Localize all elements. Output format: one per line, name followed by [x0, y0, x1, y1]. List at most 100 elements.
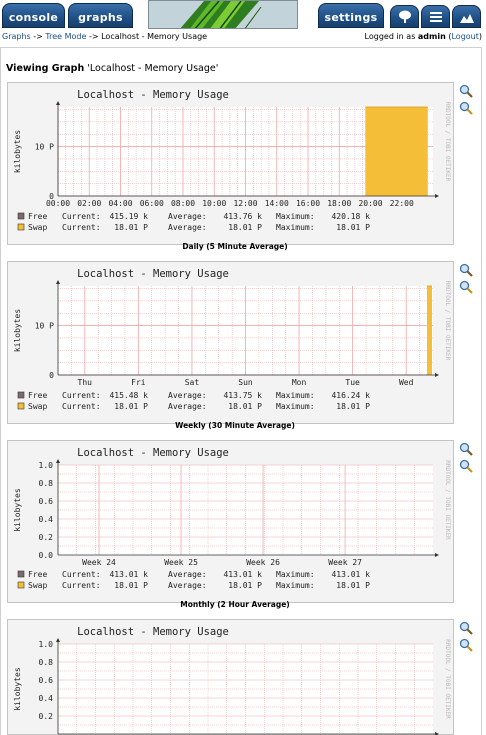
legend-current-label: Current: — [62, 212, 101, 221]
y-tick-label: 0.8 — [39, 658, 54, 667]
graph-settings-button[interactable] — [459, 459, 473, 473]
legend-maximum-value: 413.01 k — [331, 570, 370, 579]
legend-series-name: Free — [28, 570, 47, 579]
magnifier-icon — [459, 263, 473, 277]
x-tick-label: Week 25 — [164, 558, 198, 567]
legend-series-name: Swap — [28, 402, 47, 411]
x-tick-label: Fri — [131, 378, 146, 387]
magnifier-icon — [459, 84, 473, 98]
legend-maximum-label: Maximum: — [276, 212, 315, 221]
graph-image-4[interactable]: Localhost - Memory Usage kilobytes RRDTOOL… — [7, 619, 454, 735]
login-paren-close: ) — [478, 32, 482, 41]
login-prefix: Logged in as — [364, 32, 418, 41]
preview-view-icon — [459, 13, 474, 23]
magnifier-edit-icon — [459, 101, 473, 115]
breadcrumb-tree-mode-link[interactable]: Tree Mode — [45, 32, 86, 41]
zoom-graph-button[interactable] — [459, 84, 473, 98]
login-status: Logged in as admin (Logout) — [365, 32, 482, 41]
y-tick-label: 0.4 — [39, 694, 54, 703]
legend-average-value: 18.01 P — [228, 581, 262, 590]
x-tick-label: 02:00 — [77, 199, 101, 208]
preview-view-button[interactable] — [452, 5, 481, 28]
page-title-prefix: Viewing Graph — [6, 63, 85, 74]
x-tick-label: 08:00 — [171, 199, 195, 208]
y-axis-arrow — [56, 638, 60, 642]
legend-swatch — [17, 212, 25, 220]
tree-view-button[interactable] — [390, 5, 419, 28]
legend-swatch — [17, 570, 25, 578]
swap-area — [427, 286, 432, 375]
x-tick-label: 22:00 — [390, 199, 414, 208]
y-tick-label: 1.0 — [39, 461, 54, 470]
page-title: Viewing Graph 'Localhost - Memory Usage' — [6, 63, 218, 74]
graph-image-3[interactable]: Localhost - Memory Usage kilobytes RRDTOOL… — [7, 440, 454, 603]
magnifier-edit-icon — [459, 459, 473, 473]
legend-average-label: Average: — [168, 570, 207, 579]
banner-leaf-image — [149, 1, 297, 28]
y-tick-label: 0 — [49, 192, 54, 201]
y-axis-label: kilobytes — [13, 488, 22, 532]
breadcrumb-separator: -> — [86, 32, 102, 41]
graph-settings-button[interactable] — [459, 638, 473, 652]
zoom-graph-button[interactable] — [459, 263, 473, 277]
breadcrumb-graphs-link[interactable]: Graphs — [2, 32, 31, 41]
legend-swatch — [17, 223, 25, 231]
x-axis-arrow — [435, 553, 439, 557]
chart-title: Localhost - Memory Usage — [77, 89, 229, 101]
y-tick-label: 1.0 — [39, 640, 54, 649]
y-axis-arrow — [56, 101, 60, 105]
legend-average-label: Average: — [168, 223, 207, 232]
magnifier-edit-icon — [459, 638, 473, 652]
legend-maximum-label: Maximum: — [276, 402, 315, 411]
y-tick-label: 0.2 — [39, 533, 54, 542]
x-tick-label: Sun — [238, 378, 253, 387]
x-tick-label: Tue — [345, 378, 360, 387]
y-tick-label: 0.2 — [39, 712, 54, 721]
rrdtool-watermark: RRDTOOL / TOBI OETIKER — [444, 460, 451, 540]
legend-maximum-label: Maximum: — [276, 391, 315, 400]
legend-series-name: Swap — [28, 223, 47, 232]
legend-average-value: 18.01 P — [228, 402, 262, 411]
tab-console[interactable]: console — [2, 3, 65, 28]
zoom-graph-button[interactable] — [459, 621, 473, 635]
graph-settings-button[interactable] — [459, 280, 473, 294]
y-tick-label: 0.0 — [39, 551, 54, 560]
chart-title: Localhost - Memory Usage — [77, 447, 229, 459]
login-username: admin — [417, 32, 446, 41]
x-tick-label: 04:00 — [108, 199, 132, 208]
tab-graphs[interactable]: graphs — [68, 3, 133, 28]
graph-image-2[interactable]: Localhost - Memory Usage kilobytes RRDTOOL… — [7, 261, 454, 424]
legend-maximum-value: 18.01 P — [336, 402, 370, 411]
x-tick-label: 10:00 — [202, 199, 226, 208]
banner-graphic — [148, 0, 298, 29]
legend-swatch — [17, 402, 25, 410]
list-view-button[interactable] — [421, 5, 450, 28]
legend-maximum-value: 420.18 k — [331, 212, 370, 221]
rrdtool-watermark: RRDTOOL / TOBI OETIKER — [444, 102, 451, 182]
legend-series-name: Free — [28, 212, 47, 221]
graph-image-1[interactable]: Localhost - Memory Usage kilobytes RRDTOOL… — [7, 82, 454, 245]
breadcrumb-current: Localhost - Memory Usage — [101, 32, 208, 41]
legend-average-value: 413.75 k — [223, 391, 262, 400]
x-tick-label: 18:00 — [327, 199, 351, 208]
legend-average-label: Average: — [168, 581, 207, 590]
magnifier-icon — [459, 442, 473, 456]
rrdtool-watermark: RRDTOOL / TOBI OETIKER — [444, 639, 451, 719]
tab-settings[interactable]: settings — [318, 3, 384, 28]
legend-average-label: Average: — [168, 391, 207, 400]
logout-link[interactable]: Logout — [451, 32, 478, 41]
x-tick-label: Wed — [399, 378, 414, 387]
legend-maximum-label: Maximum: — [276, 570, 315, 579]
chart-svg: Localhost - Memory Usage kilobytes RRDTOOL… — [13, 626, 451, 735]
legend-current-label: Current: — [62, 391, 101, 400]
legend-average-label: Average: — [168, 402, 207, 411]
x-axis-arrow — [435, 194, 439, 198]
y-axis-arrow — [56, 459, 60, 463]
x-tick-label: Week 24 — [82, 558, 116, 567]
zoom-graph-button[interactable] — [459, 442, 473, 456]
x-tick-label: Mon — [292, 378, 307, 387]
graph-settings-button[interactable] — [459, 101, 473, 115]
y-tick-label: 0.8 — [39, 479, 54, 488]
y-axis-label: kilobytes — [13, 667, 22, 711]
legend-swatch — [17, 391, 25, 399]
